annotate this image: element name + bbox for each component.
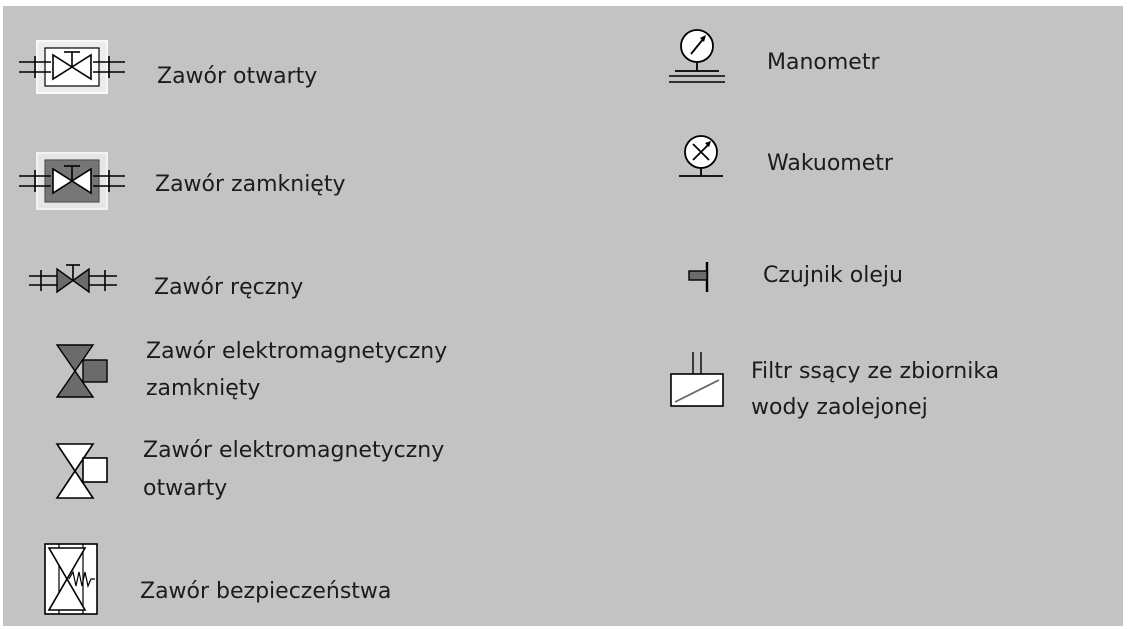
solenoid-valve-open-icon [53, 440, 113, 504]
legend-label-open-valve: Zawór otwarty [157, 64, 318, 89]
open-valve-icon [17, 40, 127, 94]
legend-label-pressure-gauge: Manometr [767, 50, 880, 75]
legend-label-safety-valve: Zawór bezpieczeństwa [140, 579, 392, 604]
legend-label-oil-sensor: Czujnik oleju [763, 263, 903, 288]
legend-label-solenoid-valve-closed-line2: zamknięty [146, 376, 261, 401]
legend-label-vacuum-gauge: Wakuometr [767, 151, 893, 176]
legend-label-suction-filter-line1: Filtr ssący ze zbiornika [751, 359, 1000, 384]
legend-label-solenoid-valve-open-line2: otwarty [143, 476, 228, 501]
closed-valve-icon [17, 152, 127, 210]
suction-filter-icon [667, 350, 727, 410]
legend-label-suction-filter-line2: wody zaolejonej [751, 395, 928, 420]
solenoid-valve-closed-icon [53, 342, 113, 402]
legend-label-manual-valve: Zawór ręczny [154, 275, 304, 300]
legend-label-closed-valve: Zawór zamknięty [155, 172, 346, 197]
oil-sensor-icon [687, 260, 717, 294]
pressure-gauge-icon [667, 24, 727, 88]
legend-label-solenoid-valve-open-line1: Zawór elektromagnetyczny [143, 438, 445, 463]
manual-valve-icon [27, 260, 119, 300]
safety-valve-icon [43, 542, 99, 618]
vacuum-gauge-icon [673, 130, 729, 186]
legend-label-solenoid-valve-closed-line1: Zawór elektromagnetyczny [146, 339, 448, 364]
legend-panel: Zawór otwarty Zawór zamknięty Zawór ręcz… [3, 6, 1123, 626]
